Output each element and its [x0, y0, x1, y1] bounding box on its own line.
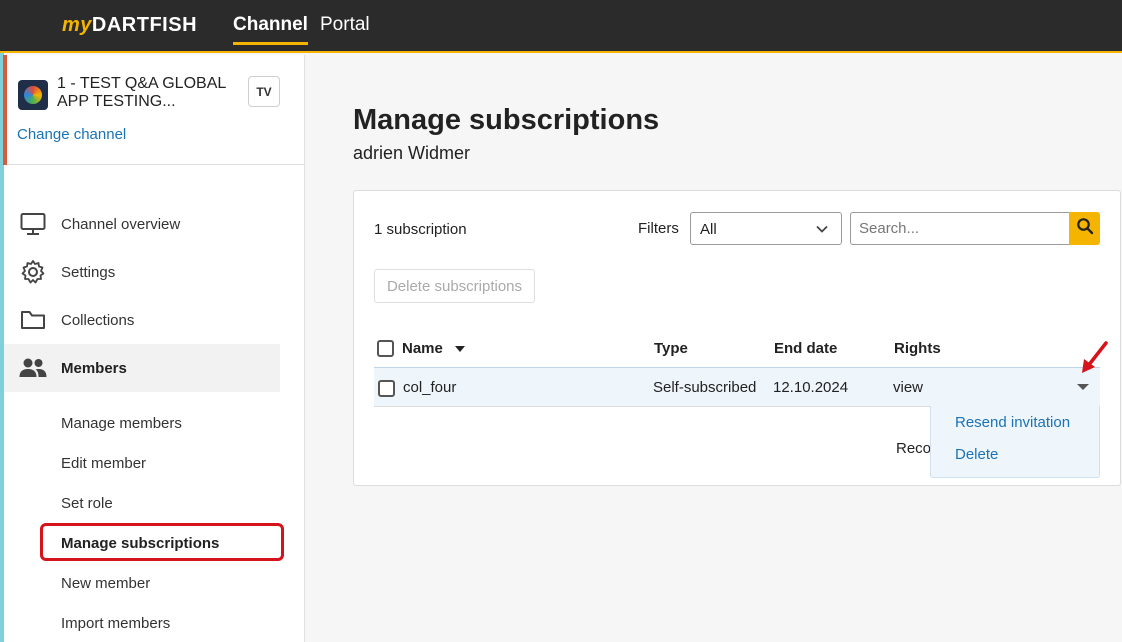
folder-icon	[19, 306, 47, 334]
row-menu-toggle-icon[interactable]	[1077, 384, 1089, 390]
page-title: Manage subscriptions	[353, 104, 660, 136]
monitor-icon	[19, 210, 47, 238]
logo-brand: DARTFISH	[91, 14, 198, 36]
chevron-down-icon	[815, 222, 829, 241]
submenu-manage-members[interactable]: Manage members	[61, 415, 182, 432]
mydartfish-logo[interactable]: myDARTFISH	[62, 14, 197, 37]
change-channel-link[interactable]: Change channel	[17, 126, 126, 143]
sidebar-item-members[interactable]: Members	[4, 344, 280, 392]
submenu-new-member[interactable]: New member	[61, 575, 150, 592]
search-input[interactable]	[850, 212, 1070, 245]
annotation-arrow-icon	[1082, 341, 1108, 373]
tab-portal[interactable]: Portal	[320, 14, 370, 36]
resend-invitation-menu-item[interactable]: Resend invitation	[955, 414, 1070, 431]
sidebar-item-label: Collections	[61, 311, 135, 329]
table-row[interactable]: col_four Self-subscribed 12.10.2024 view	[374, 367, 1100, 407]
filter-value: All	[700, 221, 717, 238]
search-icon	[1076, 217, 1094, 240]
sidebar-item-collections[interactable]: Collections	[4, 296, 280, 344]
submenu-edit-member[interactable]: Edit member	[61, 455, 146, 472]
sidebar-item-settings[interactable]: Settings	[4, 248, 280, 296]
gear-icon	[19, 258, 47, 286]
column-header-name-label: Name	[402, 340, 443, 357]
tab-channel[interactable]: Channel	[233, 14, 308, 45]
top-navigation-bar: myDARTFISH Channel Portal	[0, 0, 1122, 53]
cell-name: col_four	[403, 379, 457, 396]
select-all-checkbox[interactable]	[377, 340, 394, 357]
channel-avatar	[18, 80, 48, 110]
users-icon	[19, 354, 47, 382]
sidebar-item-label: Settings	[61, 263, 116, 281]
delete-subscriptions-button[interactable]: Delete subscriptions	[374, 269, 535, 303]
cell-end-date: 12.10.2024	[773, 379, 849, 396]
row-action-menu: Resend invitation Delete	[930, 406, 1100, 478]
logo-my: my	[62, 14, 92, 36]
column-header-end-date: End date	[774, 340, 838, 357]
tv-badge: TV	[248, 76, 280, 107]
submenu-import-members[interactable]: Import members	[61, 615, 170, 632]
column-header-type: Type	[654, 340, 688, 357]
filters-label: Filters	[638, 220, 679, 237]
cell-rights: view	[893, 379, 924, 396]
column-header-rights: Rights	[894, 340, 941, 357]
subscription-count: 1 subscription	[374, 221, 467, 238]
sidebar-item-channel-overview[interactable]: Channel overview	[4, 200, 280, 248]
sidebar-item-label: Channel overview	[61, 215, 181, 233]
footer-partial-text: Reco	[896, 440, 932, 457]
submenu-manage-subscriptions[interactable]: Manage subscriptions	[61, 535, 219, 552]
row-checkbox[interactable]	[378, 380, 395, 397]
channel-header: 1 - TEST Q&A GLOBAL APP TESTING... TV Ch…	[4, 55, 304, 165]
channel-accent-bar	[3, 55, 7, 165]
cell-type: Self-subscribed	[653, 379, 757, 396]
member-name: adrien Widmer	[353, 143, 471, 163]
channel-name: 1 - TEST Q&A GLOBAL APP TESTING...	[57, 75, 226, 110]
column-header-name[interactable]: Name	[402, 340, 466, 357]
submenu-set-role[interactable]: Set role	[61, 495, 113, 512]
delete-menu-item[interactable]: Delete	[955, 446, 998, 463]
search-button[interactable]	[1069, 212, 1100, 245]
sidebar-item-label: Members	[61, 359, 127, 377]
sidebar: 1 - TEST Q&A GLOBAL APP TESTING... TV Ch…	[4, 55, 305, 642]
filter-select[interactable]: All	[690, 212, 842, 245]
sort-down-icon	[455, 346, 466, 353]
